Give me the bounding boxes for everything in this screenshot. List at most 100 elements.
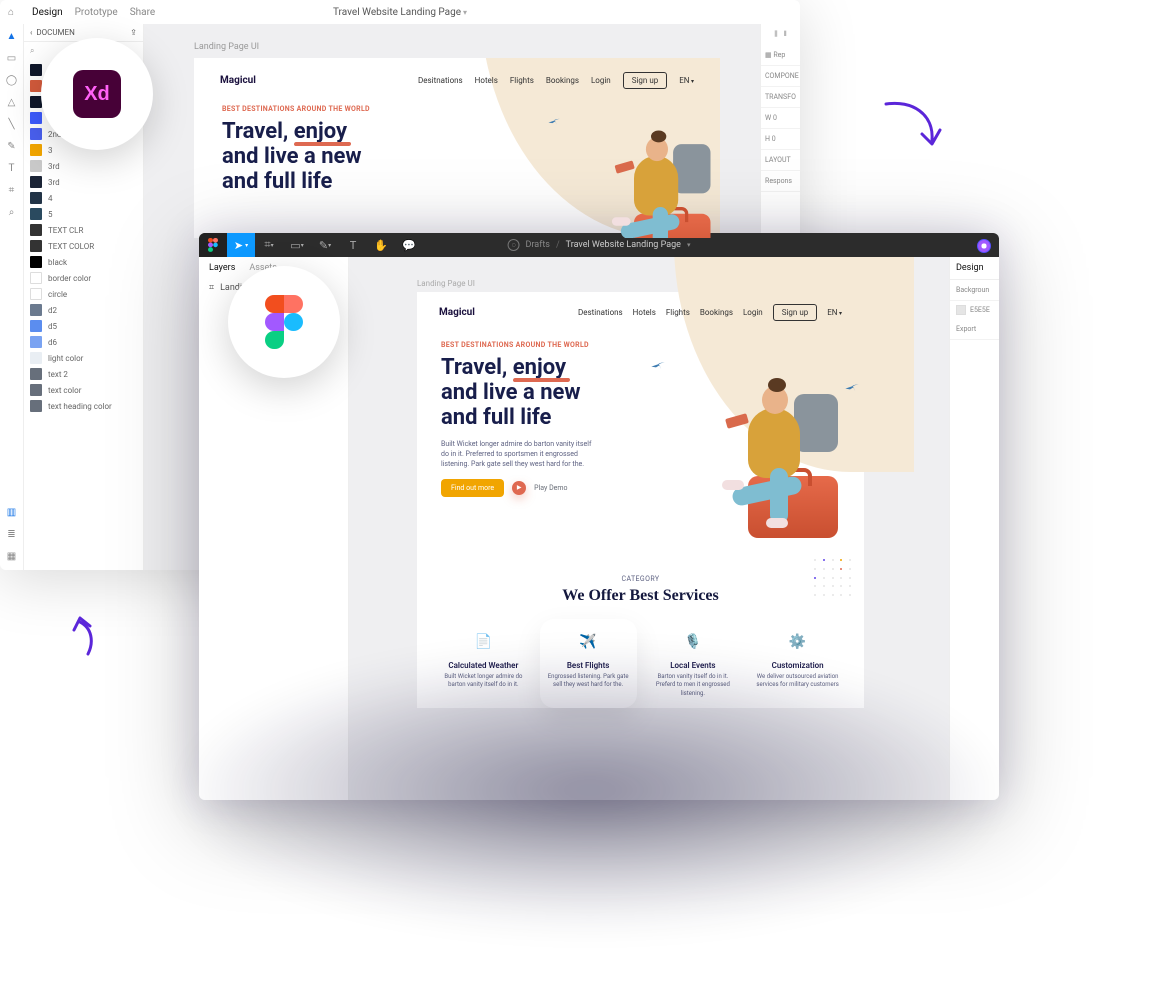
distribute-icon[interactable]: ⫴ xyxy=(784,30,787,39)
ellipse-tool-icon[interactable]: ◯ xyxy=(6,74,18,86)
search-icon[interactable]: ⌕ xyxy=(30,46,34,56)
nav-hotels[interactable]: Hotels xyxy=(633,308,656,317)
nav-bookings[interactable]: Bookings xyxy=(546,76,579,85)
tab-layers[interactable]: Layers xyxy=(209,263,235,273)
nav-login[interactable]: Login xyxy=(743,308,763,317)
nav-bookings[interactable]: Bookings xyxy=(700,308,733,317)
color-swatch-row[interactable]: TEXT CLR xyxy=(24,222,143,238)
pen-tool-icon[interactable]: ✎▾ xyxy=(311,233,339,257)
color-swatch xyxy=(30,240,42,252)
color-swatch-row[interactable]: black xyxy=(24,254,143,270)
color-swatch-row[interactable]: d6 xyxy=(24,334,143,350)
play-icon[interactable]: ▶ xyxy=(512,481,526,495)
color-swatch xyxy=(30,272,42,284)
color-swatch-row[interactable]: border color xyxy=(24,270,143,286)
layers-icon[interactable]: ≣ xyxy=(6,528,18,540)
color-swatch-row[interactable]: 3rd xyxy=(24,158,143,174)
color-swatch-row[interactable]: 3rd xyxy=(24,174,143,190)
chevron-left-icon[interactable]: ‹ xyxy=(30,28,32,37)
swatch-label: text color xyxy=(48,386,81,395)
swatch-label: d2 xyxy=(48,306,57,315)
comment-tool-icon[interactable]: 💬 xyxy=(395,233,423,257)
hero-illustration xyxy=(566,88,720,238)
color-swatch-row[interactable]: light color xyxy=(24,350,143,366)
color-swatch xyxy=(30,336,42,348)
text-tool-icon[interactable]: T xyxy=(339,233,367,257)
xd-tab-prototype[interactable]: Prototype xyxy=(75,7,118,18)
lang-dropdown[interactable]: EN xyxy=(827,308,842,317)
color-swatch xyxy=(30,352,42,364)
nav-hotels[interactable]: Hotels xyxy=(475,76,498,85)
color-swatch-row[interactable]: 4 xyxy=(24,190,143,206)
swatch-label: 5 xyxy=(48,210,53,219)
color-swatch-row[interactable]: text 2 xyxy=(24,366,143,382)
xd-doc-title[interactable]: Travel Website Landing Page xyxy=(333,7,467,18)
export-section[interactable]: Export xyxy=(950,319,999,340)
color-swatch-row[interactable]: TEXT COLOR xyxy=(24,238,143,254)
signup-button[interactable]: Sign up xyxy=(773,304,818,321)
home-icon[interactable]: ⌂ xyxy=(8,7,14,18)
tab-design[interactable]: Design xyxy=(950,257,999,280)
lang-dropdown[interactable]: EN xyxy=(679,76,694,85)
frame-tool-icon[interactable]: ⌗▾ xyxy=(255,233,283,257)
xd-tab-share[interactable]: Share xyxy=(130,7,155,18)
cta-button[interactable]: Find out more xyxy=(441,479,504,497)
pen-tool-icon[interactable]: ✎ xyxy=(6,140,18,152)
nav-destinations[interactable]: Destinations xyxy=(578,308,623,317)
align-icon[interactable]: ⫼ xyxy=(774,30,777,39)
breadcrumb-title[interactable]: Travel Website Landing Page xyxy=(566,240,681,250)
arrow-icon xyxy=(882,100,942,154)
figma-menu-icon[interactable] xyxy=(199,233,227,257)
text-tool-icon[interactable]: T xyxy=(6,162,18,174)
artboard-tool-icon[interactable]: ⌗ xyxy=(6,184,18,196)
move-tool-icon[interactable]: ➤▾ xyxy=(227,233,255,257)
color-swatch xyxy=(30,192,42,204)
shape-tool-icon[interactable]: ▭▾ xyxy=(283,233,311,257)
swatch-label: TEXT COLOR xyxy=(48,242,94,251)
artboard-label[interactable]: Landing Page UI xyxy=(194,42,760,52)
nav-flights[interactable]: Flights xyxy=(510,76,534,85)
color-swatch xyxy=(30,320,42,332)
color-swatch-row[interactable]: text heading color xyxy=(24,398,143,414)
nav-flights[interactable]: Flights xyxy=(666,308,690,317)
xd-doc-label: DOCUMEN xyxy=(36,28,130,37)
nav-destinations[interactable]: Desitnations xyxy=(418,76,463,85)
xd-artboard[interactable]: Magicul Desitnations Hotels Flights Book… xyxy=(194,58,720,238)
color-swatch xyxy=(30,256,42,268)
decoration-dots xyxy=(814,559,854,599)
select-tool-icon[interactable]: ▲ xyxy=(6,30,18,42)
polygon-tool-icon[interactable]: △ xyxy=(6,96,18,108)
swatch-label: circle xyxy=(48,290,67,299)
avatar[interactable] xyxy=(977,239,991,253)
line-tool-icon[interactable]: ╲ xyxy=(6,118,18,130)
signup-button[interactable]: Sign up xyxy=(623,72,668,89)
swatch-label: 3rd xyxy=(48,162,60,171)
nav-login[interactable]: Login xyxy=(591,76,611,85)
responsive-row[interactable]: Respons xyxy=(761,171,800,192)
breadcrumb-drafts[interactable]: Drafts xyxy=(526,240,550,250)
zoom-tool-icon[interactable]: ⌕ xyxy=(6,206,18,218)
swatch-label: text 2 xyxy=(48,370,68,379)
color-swatch-row[interactable]: text color xyxy=(24,382,143,398)
hand-tool-icon[interactable]: ✋ xyxy=(367,233,395,257)
xd-titlebar: ⌂ Design Prototype Share Travel Website … xyxy=(0,0,800,24)
plugins-icon[interactable]: ▦ xyxy=(6,550,18,562)
rectangle-tool-icon[interactable]: ▭ xyxy=(6,52,18,64)
share-icon[interactable]: ⇪ xyxy=(130,28,137,37)
transform-w[interactable]: W 0 xyxy=(761,108,800,129)
color-swatch xyxy=(30,144,42,156)
play-demo-label[interactable]: Play Demo xyxy=(534,484,567,492)
color-swatch-row[interactable]: 5 xyxy=(24,206,143,222)
chevron-down-icon[interactable]: ▾ xyxy=(687,241,691,249)
site-nav: Magicul Desitnations Hotels Flights Book… xyxy=(194,58,720,103)
xd-tab-design[interactable]: Design xyxy=(32,7,63,18)
background-value[interactable]: E5E5E xyxy=(950,301,999,319)
swatch-label: d6 xyxy=(48,338,57,347)
color-swatch xyxy=(30,64,42,76)
color-swatch-row[interactable]: d2 xyxy=(24,302,143,318)
color-swatch-row[interactable]: d5 xyxy=(24,318,143,334)
layout-section: LAYOUT xyxy=(761,150,800,171)
libraries-icon[interactable]: ▥ xyxy=(6,506,18,518)
transform-h[interactable]: H 0 xyxy=(761,129,800,150)
color-swatch-row[interactable]: circle xyxy=(24,286,143,302)
